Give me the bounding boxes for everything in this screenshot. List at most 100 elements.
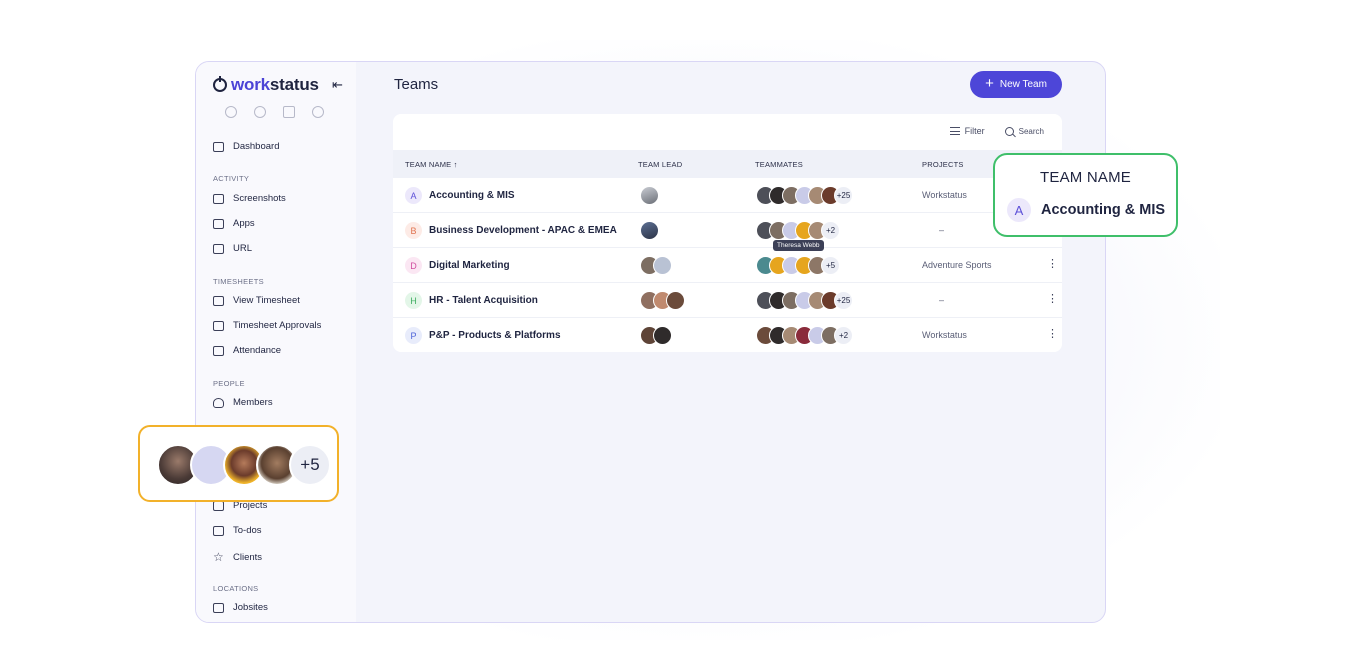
new-team-button[interactable]: + New Team xyxy=(970,71,1062,98)
sidebar-item-attendance[interactable]: Attendance xyxy=(213,345,281,356)
clipboard-check-icon xyxy=(213,320,224,331)
sidebar-item-view-timesheet[interactable]: View Timesheet xyxy=(213,295,300,306)
team-lead-avatars xyxy=(640,221,659,240)
project-name: – xyxy=(939,225,945,235)
quick-actions xyxy=(225,106,324,118)
section-activity: ACTIVITY xyxy=(213,174,250,183)
team-name: Accounting & MIS xyxy=(1041,202,1166,218)
collapse-sidebar-icon[interactable]: ⇤ xyxy=(332,77,343,93)
team-name: Accounting & MIS xyxy=(429,190,515,201)
avatar xyxy=(640,221,659,240)
teammates-avatars[interactable]: +25 xyxy=(756,291,853,310)
todo-icon xyxy=(213,525,224,536)
sidebar-item-label: Dashboard xyxy=(233,141,280,152)
apps-icon xyxy=(213,218,224,229)
star-icon: ☆ xyxy=(213,550,224,564)
sidebar-item-todos[interactable]: To-dos xyxy=(213,525,262,536)
column-team-name[interactable]: TEAM NAME ↑ xyxy=(405,160,458,169)
team-name-cell: A Accounting & MIS xyxy=(405,187,515,204)
team-name-cell: B Business Development - APAC & EMEA xyxy=(405,222,617,239)
more-teammates-badge[interactable]: +25 xyxy=(834,291,853,310)
team-name-cell: P P&P - Products & Platforms xyxy=(405,327,561,344)
project-name: – xyxy=(939,295,945,305)
callout-team-row: A Accounting & MIS xyxy=(1007,198,1165,222)
calendar-icon[interactable] xyxy=(283,106,295,118)
bell-icon[interactable] xyxy=(312,106,324,118)
callout-header: TEAM NAME xyxy=(1040,169,1131,186)
team-initial: A xyxy=(1007,198,1031,222)
logo-icon xyxy=(213,76,227,92)
team-initial: H xyxy=(405,292,422,309)
screenshot-icon xyxy=(213,193,224,204)
logo-text: workstatus xyxy=(231,75,319,94)
more-options-icon[interactable]: ⋮ xyxy=(1047,329,1058,340)
play-icon[interactable] xyxy=(225,106,237,118)
teammates-avatars[interactable]: +25 xyxy=(756,186,853,205)
more-options-icon[interactable]: ⋮ xyxy=(1047,259,1058,270)
table-header: TEAM NAME ↑ TEAM LEAD TEAMMATES PROJECTS xyxy=(393,150,1062,178)
column-team-lead: TEAM LEAD xyxy=(638,160,683,169)
column-teammates: TEAMMATES xyxy=(755,160,803,169)
url-icon xyxy=(213,243,224,254)
team-lead-avatars xyxy=(640,256,672,275)
sidebar-item-timesheet-approvals[interactable]: Timesheet Approvals xyxy=(213,320,321,331)
team-name: Business Development - APAC & EMEA xyxy=(429,225,617,236)
section-timesheets: TIMESHEETS xyxy=(213,277,264,286)
team-initial: P xyxy=(405,327,422,344)
section-locations: LOCATIONS xyxy=(213,584,259,593)
team-name-cell: D Digital Marketing xyxy=(405,257,510,274)
plus-icon: + xyxy=(985,75,994,92)
download-icon[interactable] xyxy=(254,106,266,118)
search-icon xyxy=(1004,126,1014,136)
avatar xyxy=(653,326,672,345)
team-name: P&P - Products & Platforms xyxy=(429,330,561,341)
team-lead-avatars xyxy=(640,326,672,345)
teammates-avatars[interactable]: +5 xyxy=(756,256,840,275)
sidebar-item-screenshots[interactable]: Screenshots xyxy=(213,193,286,204)
filter-button[interactable]: Filter xyxy=(949,126,985,136)
more-options-icon[interactable]: ⋮ xyxy=(1047,294,1058,305)
dashboard-icon xyxy=(213,141,224,152)
sidebar-item-apps[interactable]: Apps xyxy=(213,218,255,229)
search-button[interactable]: Search xyxy=(1004,126,1044,136)
avatar xyxy=(640,186,659,205)
team-name-cell: H HR - Talent Acquisition xyxy=(405,292,538,309)
user-icon xyxy=(213,397,224,408)
sidebar-item-dashboard[interactable]: Dashboard xyxy=(213,141,279,152)
calendar-icon xyxy=(213,345,224,356)
team-name-callout: TEAM NAME A Accounting & MIS xyxy=(993,153,1178,237)
table-row[interactable]: H HR - Talent Acquisition +25 – ⋮ xyxy=(393,283,1062,318)
team-name: Digital Marketing xyxy=(429,260,510,271)
table-toolbar: Filter Search xyxy=(949,126,1044,136)
section-people: PEOPLE xyxy=(213,379,245,388)
filter-icon xyxy=(949,127,960,135)
main-content: Teams + New Team Filter Search TEAM NAME… xyxy=(356,62,1105,622)
building-icon xyxy=(213,602,224,613)
table-row[interactable]: B Business Development - APAC & EMEA +2 … xyxy=(393,213,1062,248)
more-teammates-badge[interactable]: +5 xyxy=(821,256,840,275)
table-row[interactable]: P P&P - Products & Platforms +2 Workstat… xyxy=(393,318,1062,352)
teammates-avatars[interactable]: +2 xyxy=(756,326,853,345)
teams-table-card: Filter Search TEAM NAME ↑ TEAM LEAD TEAM… xyxy=(393,114,1062,352)
table-row[interactable]: A Accounting & MIS +25 Workstatus xyxy=(393,178,1062,213)
sidebar-item-jobsites[interactable]: Jobsites xyxy=(213,602,268,613)
folder-icon xyxy=(213,500,224,511)
more-teammates-badge[interactable]: +2 xyxy=(834,326,853,345)
sidebar: workstatus ⇤ Dashboard ACTIVITY Screensh… xyxy=(196,62,356,622)
avatar xyxy=(666,291,685,310)
team-lead-avatars xyxy=(640,291,685,310)
sidebar-item-members[interactable]: Members xyxy=(213,397,273,408)
more-teammates-badge[interactable]: +2 xyxy=(821,221,840,240)
sidebar-item-url[interactable]: URL xyxy=(213,243,252,254)
teammates-avatars[interactable]: +2 xyxy=(756,221,840,240)
team-initial: D xyxy=(405,257,422,274)
callout-avatars: +5 xyxy=(157,444,331,486)
team-initial: B xyxy=(405,222,422,239)
sidebar-item-clients[interactable]: ☆ Clients xyxy=(213,550,262,564)
more-teammates-badge[interactable]: +25 xyxy=(834,186,853,205)
project-name: Workstatus xyxy=(922,330,967,340)
logo: workstatus xyxy=(213,75,319,95)
project-name: Workstatus xyxy=(922,190,967,200)
teammates-callout: +5 xyxy=(138,425,339,502)
table-row[interactable]: D Digital Marketing +5 Adventure Sports … xyxy=(393,248,1062,283)
